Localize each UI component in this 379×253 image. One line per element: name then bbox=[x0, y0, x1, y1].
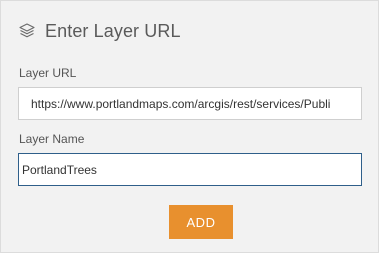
add-layer-panel: Enter Layer URL Layer URL Layer Name ADD bbox=[0, 0, 379, 253]
layer-url-input[interactable] bbox=[18, 87, 362, 120]
layer-name-input[interactable] bbox=[18, 153, 362, 186]
layer-url-label: Layer URL bbox=[19, 66, 77, 80]
panel-title: Enter Layer URL bbox=[45, 20, 181, 41]
layer-name-label: Layer Name bbox=[19, 132, 85, 146]
layers-icon bbox=[18, 22, 36, 40]
panel-header: Enter Layer URL bbox=[18, 18, 181, 44]
add-button[interactable]: ADD bbox=[169, 205, 233, 239]
